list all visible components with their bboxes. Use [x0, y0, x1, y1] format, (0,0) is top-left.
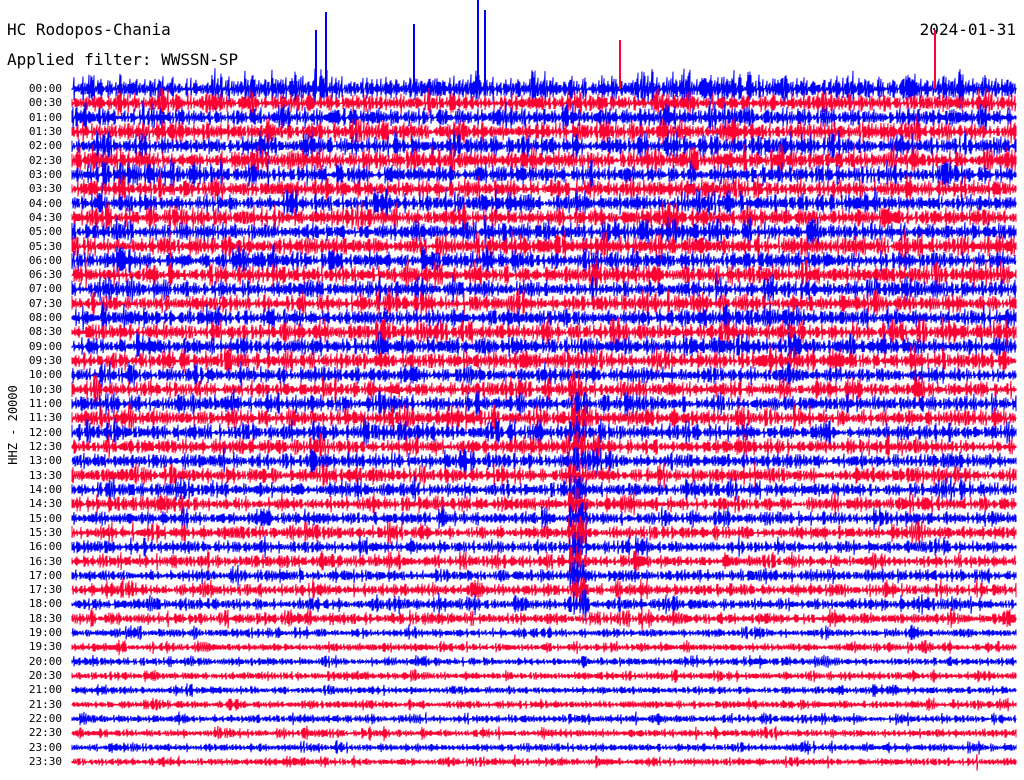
row-time-label: 10:30 — [28, 382, 62, 396]
row-time-label: 22:30 — [28, 726, 62, 740]
row-time-label: 14:30 — [28, 497, 62, 511]
row-time-label: 08:00 — [28, 311, 62, 325]
row-time-label: 12:00 — [28, 425, 62, 439]
row-time-label: 06:30 — [28, 268, 62, 282]
row-time-label: 18:30 — [28, 611, 62, 625]
row-time-label: 01:30 — [28, 124, 62, 138]
row-time-label: 03:30 — [28, 182, 62, 196]
row-time-label: 03:00 — [28, 167, 62, 181]
row-time-label: 08:30 — [28, 325, 62, 339]
row-time-label: 23:30 — [28, 755, 62, 768]
row-time-label: 11:30 — [28, 411, 62, 425]
row-time-label: 10:00 — [28, 368, 62, 382]
row-time-label: 12:30 — [28, 439, 62, 453]
row-time-label: 21:00 — [28, 683, 62, 697]
row-time-label: 07:30 — [28, 296, 62, 310]
row-time-label: 09:00 — [28, 339, 62, 353]
row-time-label: 05:30 — [28, 239, 62, 253]
row-time-label: 16:30 — [28, 554, 62, 568]
row-time-label: 15:00 — [28, 511, 62, 525]
row-time-label: 20:30 — [28, 669, 62, 683]
row-time-label: 05:00 — [28, 225, 62, 239]
row-time-label: 20:00 — [28, 654, 62, 668]
row-time-label: 17:00 — [28, 568, 62, 582]
row-time-label: 21:30 — [28, 697, 62, 711]
row-time-label: 06:00 — [28, 253, 62, 267]
row-time-label: 02:00 — [28, 139, 62, 153]
row-time-label: 16:00 — [28, 540, 62, 554]
row-time-label: 04:00 — [28, 196, 62, 210]
row-time-label: 19:30 — [28, 640, 62, 654]
row-time-label: 17:30 — [28, 583, 62, 597]
row-time-label: 07:00 — [28, 282, 62, 296]
row-time-label: 00:00 — [28, 82, 62, 95]
row-time-label: 14:00 — [28, 482, 62, 496]
row-time-label: 18:00 — [28, 597, 62, 611]
row-time-label: 23:00 — [28, 740, 62, 754]
row-time-label: 19:00 — [28, 626, 62, 640]
row-time-label: 13:00 — [28, 454, 62, 468]
row-time-label: 02:30 — [28, 153, 62, 167]
row-time-label: 15:30 — [28, 525, 62, 539]
helicorder-page: HC Rodopos-Chania Applied filter: WWSSN-… — [0, 0, 1024, 780]
row-time-label: 01:00 — [28, 110, 62, 124]
row-time-label: 09:30 — [28, 354, 62, 368]
row-time-label: 11:00 — [28, 397, 62, 411]
row-time-label: 00:30 — [28, 96, 62, 110]
row-time-label: 22:00 — [28, 712, 62, 726]
row-time-label: 04:30 — [28, 210, 62, 224]
time-labels: 00:00 00:30 01:00 01:30 02:00 02:30 03:00 03:30… — [0, 0, 1024, 780]
row-time-label: 13:30 — [28, 468, 62, 482]
